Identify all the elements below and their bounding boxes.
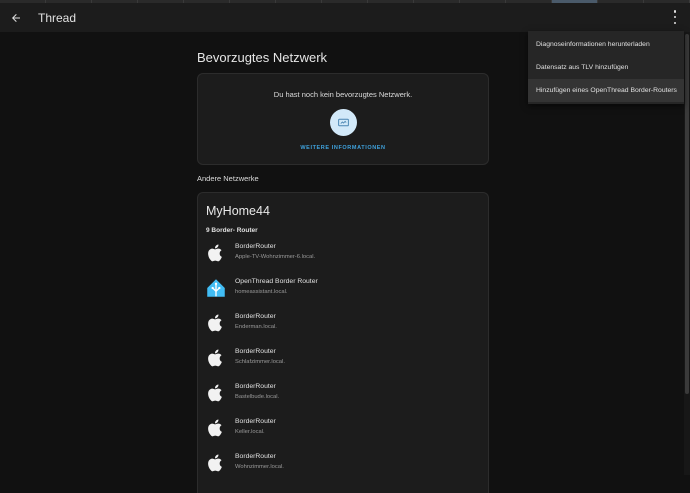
- router-name: BorderRouter: [235, 243, 276, 250]
- router-list-item[interactable]: BorderRouter Bastelbude.local.: [204, 380, 474, 410]
- network-name: MyHome44: [206, 204, 270, 218]
- apple-icon: [208, 244, 222, 262]
- menu-item-add-openthread-border-router[interactable]: Hinzufügen eines OpenThread Border-Route…: [528, 79, 684, 102]
- router-hostname: Wohnzimmer.local.: [235, 464, 284, 470]
- router-hostname: Enderman.local.: [235, 324, 277, 330]
- overflow-menu: Diagnoseinformationen herunterladen Date…: [528, 31, 684, 104]
- network-icon: [330, 109, 357, 136]
- other-networks-heading: Andere Netzwerke: [197, 174, 259, 183]
- router-name: BorderRouter: [235, 383, 276, 390]
- router-list-item[interactable]: BorderRouter Apple-TV-Wohnzimmer-6.local…: [204, 240, 474, 270]
- router-hostname: Keller.local.: [235, 429, 265, 435]
- router-hostname: Apple-TV-Wohnzimmer-6.local.: [235, 254, 316, 260]
- router-name: BorderRouter: [235, 348, 276, 355]
- menu-item-add-dataset-from-tlv[interactable]: Datensatz aus TLV hinzufügen: [528, 56, 684, 79]
- apple-icon: [208, 454, 222, 472]
- apple-icon: [208, 314, 222, 332]
- preferred-network-heading: Bevorzugtes Netzwerk: [197, 50, 328, 65]
- router-name: BorderRouter: [235, 453, 276, 460]
- router-list-item[interactable]: BorderRouter Enderman.local.: [204, 310, 474, 340]
- apple-icon: [208, 384, 222, 402]
- menu-item-download-diagnostics[interactable]: Diagnoseinformationen herunterladen: [528, 33, 684, 56]
- more-information-link[interactable]: WEITERE INFORMATIONEN: [198, 145, 488, 151]
- router-name: BorderRouter: [235, 313, 276, 320]
- back-arrow-icon[interactable]: [8, 10, 24, 26]
- router-list-item[interactable]: BorderRouter Wohnzimmer.local.: [204, 450, 474, 480]
- router-hostname: Bastelbude.local.: [235, 394, 280, 400]
- more-options-icon[interactable]: [672, 10, 678, 24]
- network-card: MyHome44 9 Border- Router BorderRouter A…: [197, 192, 489, 493]
- border-router-count: 9 Border- Router: [206, 227, 258, 234]
- router-hostname: homeassistant.local.: [235, 289, 288, 295]
- no-preferred-network-text: Du hast noch kein bevorzugtes Netzwerk.: [273, 90, 413, 99]
- top-app-bar: Thread: [0, 3, 690, 32]
- router-list-item[interactable]: BorderRouter Schlafzimmer.local.: [204, 345, 474, 375]
- router-name: BorderRouter: [235, 418, 276, 425]
- apple-icon: [208, 349, 222, 367]
- router-name: OpenThread Border Router: [235, 278, 318, 285]
- apple-icon: [208, 419, 222, 437]
- router-list-item[interactable]: BorderRouter Keller.local.: [204, 415, 474, 445]
- router-list-item[interactable]: OpenThread Border Router homeassistant.l…: [204, 275, 474, 305]
- page-title: Thread: [38, 10, 77, 25]
- home-assistant-icon: [207, 279, 225, 297]
- scrollbar-thumb[interactable]: [685, 34, 689, 394]
- router-hostname: Schlafzimmer.local.: [235, 359, 285, 365]
- preferred-network-card: Du hast noch kein bevorzugtes Netzwerk. …: [197, 73, 489, 165]
